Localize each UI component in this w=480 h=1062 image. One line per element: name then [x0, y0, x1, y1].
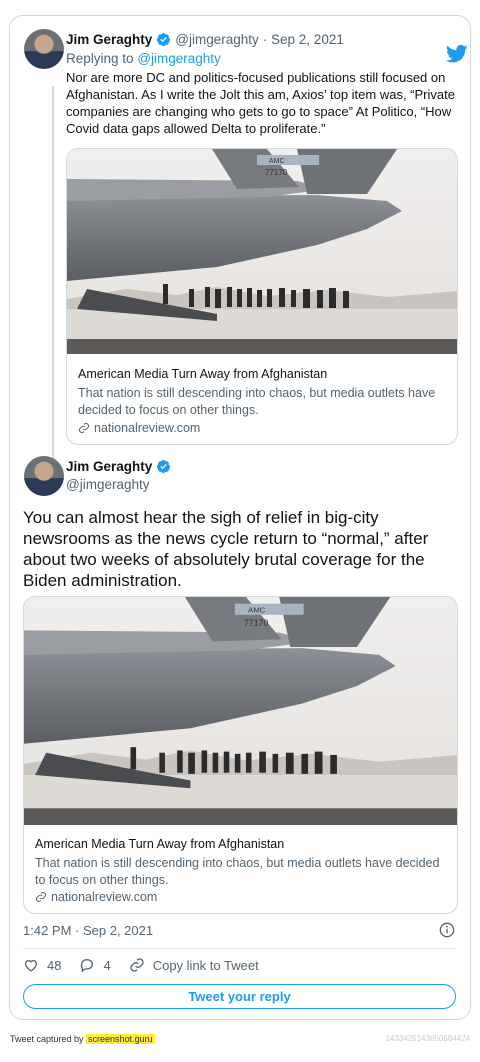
- info-icon[interactable]: [439, 922, 455, 938]
- twitter-bird-icon[interactable]: [446, 44, 468, 64]
- author-handle[interactable]: @jimgeraghty: [66, 477, 150, 492]
- verified-badge-icon: [157, 32, 171, 47]
- avatar[interactable]: [24, 29, 64, 69]
- link-card-domain: nationalreview.com: [94, 421, 201, 435]
- replying-to-handle[interactable]: @jimgeraghty: [137, 51, 221, 66]
- link-icon: [36, 892, 46, 902]
- tweet2-author-row: Jim Geraghty: [66, 459, 171, 474]
- link-preview-card[interactable]: AMC 77170 American Media Turn Away from …: [23, 596, 458, 914]
- tail-number-text: 77170: [265, 168, 288, 177]
- link-card-title[interactable]: American Media Turn Away from Afghanista…: [78, 367, 327, 381]
- tail-number-text: 77170: [244, 618, 269, 628]
- tweet-your-reply-button[interactable]: Tweet your reply: [23, 984, 456, 1009]
- heart-icon: [24, 960, 38, 972]
- divider: [23, 948, 456, 949]
- avatar[interactable]: [24, 456, 64, 496]
- link-preview-card[interactable]: AMC 77170 American Media Turn Away from …: [66, 148, 458, 445]
- link-icon: [79, 423, 89, 433]
- footer-captured-by: Tweet captured by: [10, 1034, 87, 1044]
- replying-to-line: Replying to @jimgeraghty: [66, 51, 221, 66]
- author-name[interactable]: Jim Geraghty: [66, 32, 152, 47]
- copy-link-label: Copy link to Tweet: [152, 957, 259, 973]
- author-name[interactable]: Jim Geraghty: [66, 459, 152, 474]
- tail-code-text: AMC: [248, 606, 266, 615]
- footer-brand-link[interactable]: screenshot.guru: [86, 1034, 155, 1044]
- tail-code-text: AMC: [269, 158, 285, 165]
- thread-connector-line: [52, 86, 54, 464]
- footer-caption: Tweet captured by screenshot.guru: [10, 1034, 155, 1044]
- reply-button[interactable]: 4: [79, 957, 111, 973]
- copy-link-icon: [130, 958, 144, 972]
- link-card-domain-row: nationalreview.com: [78, 421, 200, 435]
- reply-bubble-icon: [81, 958, 94, 973]
- tweet-actions-bar: 48 4 Copy link to Tweet: [23, 957, 277, 973]
- link-card-domain: nationalreview.com: [51, 890, 158, 904]
- replying-to-prefix: Replying to: [66, 51, 134, 66]
- author-handle[interactable]: @jimgeraghty: [175, 32, 259, 47]
- link-card-title[interactable]: American Media Turn Away from Afghanista…: [35, 837, 284, 851]
- tweet1-author-row: Jim Geraghty @jimgeraghty · Sep 2, 2021: [66, 32, 344, 47]
- link-card-description: That nation is still descending into cha…: [35, 856, 440, 887]
- link-card-description: That nation is still descending into cha…: [78, 386, 436, 417]
- link-card-domain-row: nationalreview.com: [35, 890, 157, 904]
- tweet-date[interactable]: · Sep 2, 2021: [263, 32, 344, 47]
- like-count: 48: [47, 957, 62, 973]
- plane-photo-image: AMC 77170: [24, 597, 457, 825]
- tweet-thread-card: Jim Geraghty @jimgeraghty · Sep 2, 2021 …: [9, 15, 471, 1020]
- reply-count: 4: [103, 957, 111, 973]
- footer-tweet-id: 1433425143850684424: [385, 1034, 470, 1043]
- tweet2-text: You can almost hear the sigh of relief i…: [23, 508, 429, 590]
- verified-badge-icon: [157, 459, 171, 474]
- copy-link-button[interactable]: Copy link to Tweet: [129, 957, 259, 973]
- like-button[interactable]: 48: [23, 957, 61, 973]
- tweet-timestamp[interactable]: 1:42 PM · Sep 2, 2021: [23, 923, 153, 938]
- plane-photo-image: AMC 77170: [67, 149, 457, 354]
- tweet1-text: Nor are more DC and politics-focused pub…: [66, 70, 455, 136]
